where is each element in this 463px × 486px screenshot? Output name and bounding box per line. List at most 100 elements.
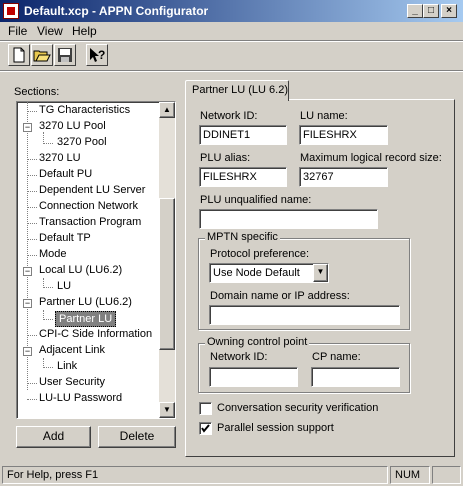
open-folder-icon xyxy=(33,50,51,62)
tree-line xyxy=(27,159,37,160)
conversation-security-label: Conversation security verification xyxy=(217,402,379,414)
network-id-label: Network ID: xyxy=(200,110,258,122)
tab-partner-lu[interactable]: Partner LU (LU 6.2) xyxy=(185,80,289,101)
tree-item-transaction-program[interactable]: Transaction Program xyxy=(39,216,141,228)
minimize-button[interactable]: _ xyxy=(407,4,423,18)
protocol-preference-label: Protocol preference: xyxy=(210,248,310,260)
tree-line xyxy=(43,132,44,142)
tree-line xyxy=(27,239,37,240)
save-button[interactable] xyxy=(54,44,76,66)
tree-item-partner-lu-selected[interactable]: Partner LU xyxy=(55,311,117,327)
conversation-security-checkbox[interactable] xyxy=(199,402,212,415)
app-icon[interactable] xyxy=(3,3,19,19)
collapse-icon[interactable]: − xyxy=(23,123,32,132)
toolbar-separator xyxy=(0,70,463,72)
domain-name-label: Domain name or IP address: xyxy=(210,290,350,302)
menu-separator xyxy=(0,40,463,42)
tree-scrollbar[interactable]: ▲ ▼ xyxy=(159,102,175,418)
menu-bar: File View Help xyxy=(0,22,463,40)
domain-name-field[interactable] xyxy=(209,305,400,325)
tree-line xyxy=(27,255,37,256)
protocol-preference-value: Use Node Default xyxy=(213,267,300,279)
tree-item-mode[interactable]: Mode xyxy=(39,248,67,260)
lu-name-field[interactable]: FILESHRX xyxy=(299,125,388,145)
tree-line xyxy=(27,207,37,208)
plu-alias-field[interactable]: FILESHRX xyxy=(199,167,287,187)
tree-line xyxy=(27,223,37,224)
mptn-group-title: MPTN specific xyxy=(205,231,280,243)
cp-name-field[interactable] xyxy=(311,367,400,387)
context-help-icon: ? xyxy=(90,48,105,62)
tree-line xyxy=(27,383,37,384)
owning-control-point-title: Owning control point xyxy=(205,336,310,348)
lu-name-label: LU name: xyxy=(300,110,348,122)
owning-network-id-field[interactable] xyxy=(209,367,298,387)
tree-item-user-security[interactable]: User Security xyxy=(39,376,105,388)
status-empty-panel xyxy=(432,466,461,484)
tree-line xyxy=(43,319,53,320)
check-icon xyxy=(201,424,210,433)
network-id-field[interactable]: DDINET1 xyxy=(199,125,287,145)
menu-file[interactable]: File xyxy=(8,24,27,38)
tab-label: Partner LU (LU 6.2) xyxy=(192,84,288,96)
tree-item-tg-characteristics[interactable]: TG Characteristics xyxy=(39,104,130,116)
parallel-session-checkbox[interactable] xyxy=(199,422,212,435)
tree-line xyxy=(43,143,53,144)
window-title: Default.xcp - APPN Configurator xyxy=(24,4,209,18)
plu-unqualified-name-field[interactable] xyxy=(199,209,378,229)
save-disk-icon xyxy=(58,48,72,62)
tree-item-default-tp[interactable]: Default TP xyxy=(39,232,91,244)
tree-item-dependent-lu-server[interactable]: Dependent LU Server xyxy=(39,184,145,196)
open-button[interactable] xyxy=(31,44,53,66)
scroll-up-button[interactable]: ▲ xyxy=(159,102,175,118)
plu-alias-label: PLU alias: xyxy=(200,152,251,164)
add-button[interactable]: Add xyxy=(16,426,91,448)
svg-text:?: ? xyxy=(98,48,105,62)
tree-line xyxy=(27,111,37,112)
max-record-size-field[interactable]: 32767 xyxy=(299,167,388,187)
tree-item-partner-lu-group[interactable]: Partner LU (LU6.2) xyxy=(39,296,132,308)
collapse-icon[interactable]: − xyxy=(23,267,32,276)
tree-line xyxy=(27,335,37,336)
tree-line xyxy=(43,287,53,288)
sections-label: Sections: xyxy=(14,86,60,98)
maximize-button[interactable]: □ xyxy=(423,4,439,18)
tree-item-default-pu[interactable]: Default PU xyxy=(39,168,92,180)
owning-network-id-label: Network ID: xyxy=(210,351,268,363)
new-document-button[interactable] xyxy=(8,44,30,66)
dropdown-arrow-icon[interactable]: ▼ xyxy=(313,264,328,282)
plu-unqualified-name-label: PLU unqualified name: xyxy=(200,194,312,206)
scroll-thumb[interactable] xyxy=(159,198,175,350)
protocol-preference-select[interactable]: Use Node Default ▼ xyxy=(209,263,329,283)
tree-item-cpic-side-info[interactable]: CPI-C Side Information xyxy=(39,328,152,340)
cp-name-label: CP name: xyxy=(312,351,361,363)
scroll-down-button[interactable]: ▼ xyxy=(159,402,175,418)
tree-line xyxy=(27,175,37,176)
tree-line xyxy=(27,399,37,400)
title-bar[interactable]: Default.xcp - APPN Configurator _ □ × xyxy=(0,0,463,22)
tree-item-3270-lu[interactable]: 3270 LU xyxy=(39,152,81,164)
status-help-text: For Help, press F1 xyxy=(7,469,99,481)
context-help-button[interactable]: ? xyxy=(86,44,108,66)
collapse-icon[interactable]: − xyxy=(23,299,32,308)
max-record-size-label: Maximum logical record size: xyxy=(300,152,442,164)
status-bar: For Help, press F1 xyxy=(2,466,388,484)
tree-item-lu-lu-password[interactable]: LU-LU Password xyxy=(39,392,122,404)
parallel-session-label: Parallel session support xyxy=(217,422,334,434)
sections-tree[interactable]: ▲ ▼ TG Characteristics − 3270 LU Pool 32… xyxy=(16,101,176,419)
close-button[interactable]: × xyxy=(441,4,457,18)
collapse-icon[interactable]: − xyxy=(23,347,32,356)
menu-help[interactable]: Help xyxy=(72,24,97,38)
menu-view[interactable]: View xyxy=(37,24,63,38)
tree-line xyxy=(27,191,37,192)
new-document-icon xyxy=(13,47,25,63)
status-num-panel: NUM xyxy=(390,466,430,484)
tree-item-link[interactable]: Link xyxy=(57,360,77,372)
tree-item-connection-network[interactable]: Connection Network xyxy=(39,200,138,212)
tree-item-adjacent-link[interactable]: Adjacent Link xyxy=(39,344,105,356)
tree-item-3270-pool[interactable]: 3270 Pool xyxy=(57,136,107,148)
tree-item-lu[interactable]: LU xyxy=(57,280,71,292)
delete-button[interactable]: Delete xyxy=(98,426,176,448)
tree-item-local-lu[interactable]: Local LU (LU6.2) xyxy=(39,264,122,276)
tree-item-3270-lu-pool[interactable]: 3270 LU Pool xyxy=(39,120,106,132)
